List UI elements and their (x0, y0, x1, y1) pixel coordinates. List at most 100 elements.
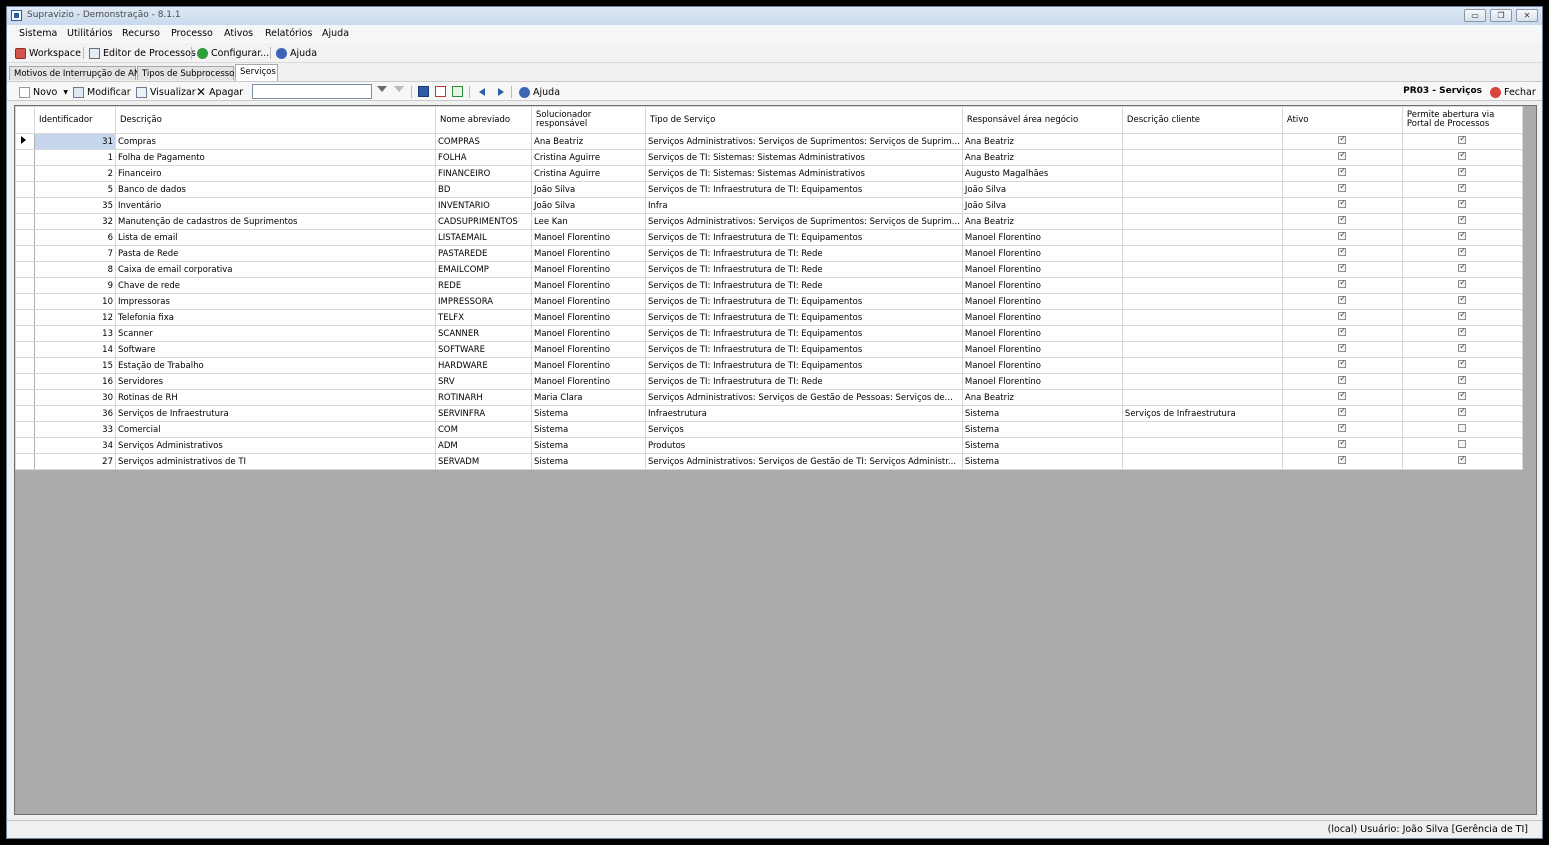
cell-identificador[interactable]: 34 (34, 437, 116, 454)
restore-button[interactable]: ❐ (1490, 9, 1512, 22)
table-row[interactable]: 32 Manutenção de cadastros de Suprimentos… (15, 213, 1523, 230)
row-selector[interactable] (15, 133, 35, 150)
cell-identificador[interactable]: 33 (34, 421, 116, 438)
cell-ativo-checkbox[interactable] (1338, 151, 1347, 160)
cell-identificador[interactable]: 36 (34, 405, 116, 422)
cell-nome-abreviado[interactable]: PASTAREDE (435, 245, 532, 262)
menu-utilitarios[interactable]: Utilitários (67, 28, 112, 39)
row-selector[interactable] (15, 197, 35, 214)
cell-solucionador[interactable]: Manoel Florentino (531, 293, 646, 310)
cell-tipo-servico[interactable]: Serviços de TI: Infraestrutura de TI: Re… (645, 277, 963, 294)
cell-nome-abreviado[interactable]: REDE (435, 277, 532, 294)
cell-responsavel-area[interactable]: João Silva (961, 197, 1123, 214)
row-selector[interactable] (15, 309, 35, 326)
table-row[interactable]: 27 Serviços administrativos de TI SERVADM S… (15, 453, 1523, 470)
cell-portal-checkbox[interactable] (1458, 231, 1467, 240)
apagar-button[interactable]: ✕ Apagar (196, 85, 243, 99)
cell-descricao[interactable]: Scanner (115, 325, 436, 342)
cell-portal-checkbox[interactable] (1458, 247, 1467, 256)
row-selector[interactable] (15, 229, 35, 246)
cell-tipo-servico[interactable]: Serviços de TI: Infraestrutura de TI: Eq… (645, 325, 963, 342)
cell-descricao-cliente[interactable] (1121, 133, 1283, 150)
table-row[interactable]: 14 Software SOFTWARE Manoel Florentino Servi… (15, 341, 1523, 358)
cell-descricao-cliente[interactable] (1121, 437, 1283, 454)
next-record-icon[interactable] (498, 88, 504, 96)
cell-responsavel-area[interactable]: Sistema (961, 405, 1123, 422)
cell-ativo-checkbox[interactable] (1338, 183, 1347, 192)
cell-ativo-checkbox[interactable] (1338, 215, 1347, 224)
cell-identificador[interactable]: 8 (34, 261, 116, 278)
cell-responsavel-area[interactable]: João Silva (961, 181, 1123, 198)
row-selector[interactable] (15, 437, 35, 454)
cell-portal-checkbox[interactable] (1458, 424, 1467, 432)
cell-descricao[interactable]: Financeiro (115, 165, 436, 182)
column-header-ativo[interactable]: Ativo (1281, 106, 1403, 134)
cell-nome-abreviado[interactable]: HARDWARE (435, 357, 532, 374)
tab-motivos-interrupcao[interactable]: Motivos de Interrupção de ANS (9, 66, 146, 80)
row-selector[interactable] (15, 373, 35, 390)
cell-portal-checkbox[interactable] (1458, 215, 1467, 224)
cell-solucionador[interactable]: Maria Clara (531, 389, 646, 406)
cell-descricao[interactable]: Serviços de Infraestrutura (115, 405, 436, 422)
menu-processo[interactable]: Processo (171, 28, 213, 39)
cell-descricao-cliente[interactable] (1121, 293, 1283, 310)
cell-descricao-cliente[interactable] (1121, 149, 1283, 166)
editor-processos-button[interactable]: Editor de Processos (89, 46, 196, 60)
cell-tipo-servico[interactable]: Serviços de TI: Infraestrutura de TI: Eq… (645, 309, 963, 326)
cell-descricao[interactable]: Chave de rede (115, 277, 436, 294)
ajuda-form-button[interactable]: Ajuda (519, 85, 560, 99)
cell-responsavel-area[interactable]: Sistema (961, 421, 1123, 438)
cell-nome-abreviado[interactable]: COMPRAS (435, 133, 532, 150)
configurar-button[interactable]: Configurar... (197, 46, 269, 60)
table-row[interactable]: 31 Compras COMPRAS Ana Beatriz Serviços Admi… (15, 133, 1523, 150)
cell-responsavel-area[interactable]: Manoel Florentino (961, 309, 1123, 326)
cell-descricao-cliente[interactable] (1121, 181, 1283, 198)
cell-solucionador[interactable]: João Silva (531, 181, 646, 198)
cell-nome-abreviado[interactable]: SCANNER (435, 325, 532, 342)
cell-ativo-checkbox[interactable] (1338, 439, 1347, 448)
cell-solucionador[interactable]: Cristina Aguirre (531, 149, 646, 166)
cell-identificador[interactable]: 30 (34, 389, 116, 406)
filter-icon[interactable] (377, 86, 387, 92)
table-row[interactable]: 35 Inventário INVENTARIO João Silva Infra Joã… (15, 197, 1523, 214)
ajuda-toolbar-button[interactable]: Ajuda (276, 46, 317, 60)
tab-servicos[interactable]: Serviços (235, 64, 278, 81)
cell-responsavel-area[interactable]: Ana Beatriz (961, 149, 1123, 166)
table-row[interactable]: 36 Serviços de Infraestrutura SERVINFRA Sis… (15, 405, 1523, 422)
novo-button[interactable]: Novo ▼ (19, 85, 68, 99)
cell-solucionador[interactable]: Sistema (531, 405, 646, 422)
cell-responsavel-area[interactable]: Sistema (961, 437, 1123, 454)
cell-descricao-cliente[interactable] (1121, 277, 1283, 294)
cell-nome-abreviado[interactable]: FINANCEIRO (435, 165, 532, 182)
cell-identificador[interactable]: 27 (34, 453, 116, 470)
dropdown-arrow-icon[interactable]: ▼ (63, 89, 68, 96)
cell-portal-checkbox[interactable] (1458, 279, 1467, 288)
cell-portal-checkbox[interactable] (1458, 135, 1467, 144)
cell-portal-checkbox[interactable] (1458, 343, 1467, 352)
cell-tipo-servico[interactable]: Serviços Administrativos: Serviços de Ge… (645, 389, 963, 406)
column-header-solucionador[interactable]: Solucionador responsável (531, 106, 646, 134)
cell-descricao-cliente[interactable] (1121, 165, 1283, 182)
cell-descricao-cliente[interactable] (1121, 213, 1283, 230)
cell-descricao[interactable]: Telefonia fixa (115, 309, 436, 326)
cell-portal-checkbox[interactable] (1458, 455, 1467, 464)
visualizar-button[interactable]: Visualizar (136, 85, 196, 99)
cell-identificador[interactable]: 16 (34, 373, 116, 390)
cell-portal-checkbox[interactable] (1458, 263, 1467, 272)
cell-descricao[interactable]: Lista de email (115, 229, 436, 246)
table-row[interactable]: 13 Scanner SCANNER Manoel Florentino Serviço… (15, 325, 1523, 342)
fechar-button[interactable]: Fechar (1490, 85, 1536, 99)
cell-solucionador[interactable]: Manoel Florentino (531, 341, 646, 358)
cell-responsavel-area[interactable]: Manoel Florentino (961, 277, 1123, 294)
cell-tipo-servico[interactable]: Serviços de TI: Infraestrutura de TI: Re… (645, 373, 963, 390)
cell-descricao[interactable]: Banco de dados (115, 181, 436, 198)
cell-solucionador[interactable]: Sistema (531, 453, 646, 470)
cell-nome-abreviado[interactable]: SERVINFRA (435, 405, 532, 422)
cell-identificador[interactable]: 6 (34, 229, 116, 246)
cell-tipo-servico[interactable]: Serviços de TI: Sistemas: Sistemas Admin… (645, 149, 963, 166)
cell-nome-abreviado[interactable]: LISTAEMAIL (435, 229, 532, 246)
menu-recurso[interactable]: Recurso (122, 28, 160, 39)
table-row[interactable]: 12 Telefonia fixa TELFX Manoel Florentino Se… (15, 309, 1523, 326)
cell-tipo-servico[interactable]: Serviços de TI: Infraestrutura de TI: Eq… (645, 293, 963, 310)
table-row[interactable]: 8 Caixa de email corporativa EMAILCOMP Mano… (15, 261, 1523, 278)
